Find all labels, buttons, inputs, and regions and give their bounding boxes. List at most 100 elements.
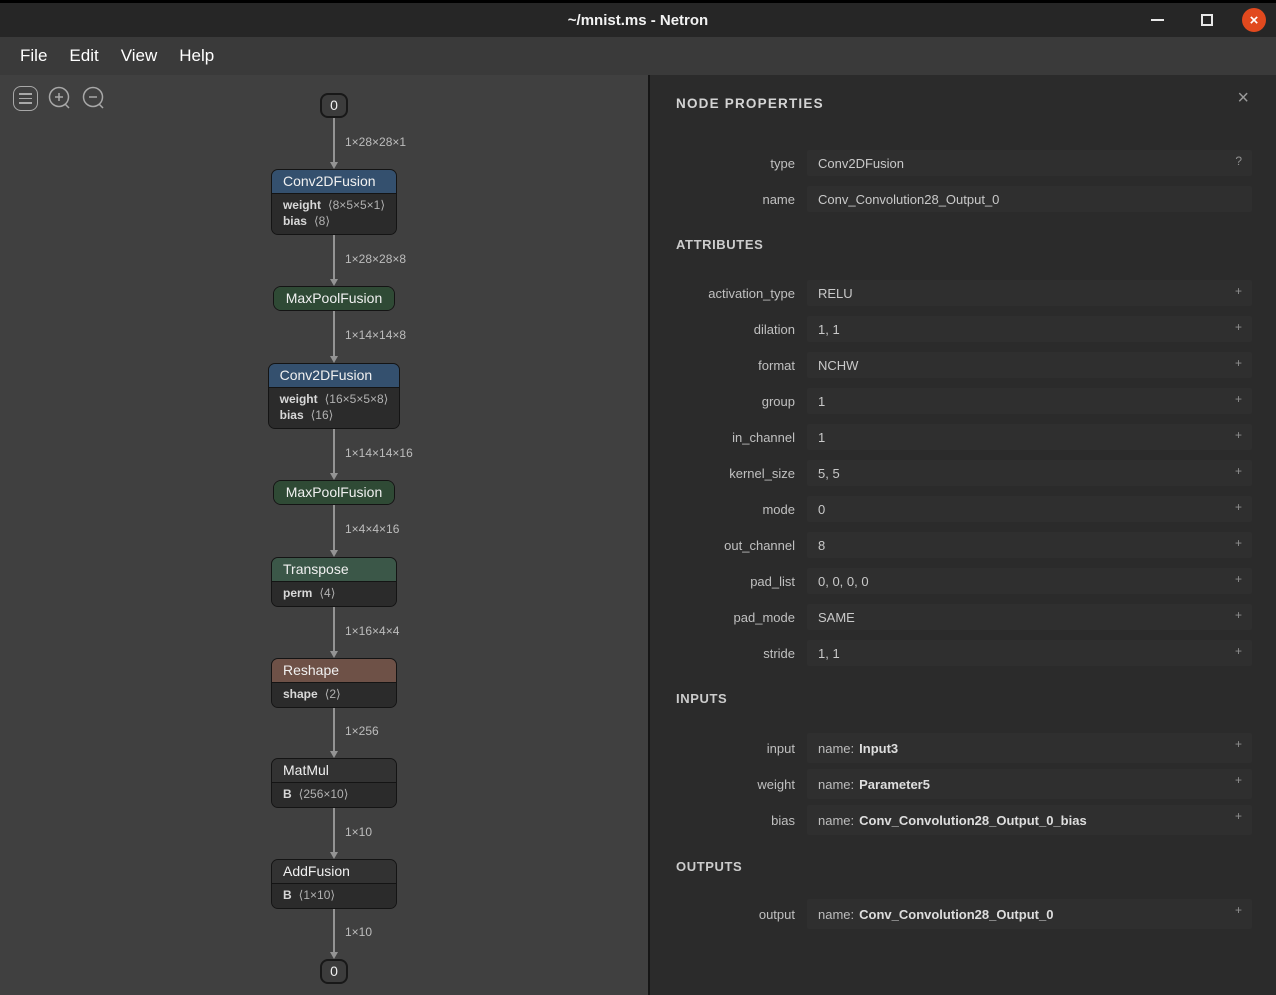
attr-value-box[interactable]: 1, 1 + <box>807 640 1252 666</box>
property-value: Conv_Convolution28_Output_0 <box>818 192 999 207</box>
node-maxpoolfusion-2[interactable]: MaxPoolFusion <box>273 480 396 505</box>
input-row-input: input name: Input3 + <box>650 733 1276 763</box>
node-transpose[interactable]: Transpose perm⟨4⟩ <box>271 557 397 607</box>
expand-icon[interactable]: + <box>1235 572 1242 586</box>
close-panel-button[interactable]: × <box>1237 88 1249 108</box>
expand-icon[interactable]: + <box>1235 903 1242 917</box>
graph-input-node[interactable]: 0 <box>320 93 348 118</box>
menu-file[interactable]: File <box>9 37 58 75</box>
node-matmul[interactable]: MatMul B⟨256×10⟩ <box>271 758 397 808</box>
attr-value-box[interactable]: 1 + <box>807 424 1252 450</box>
property-label: name <box>650 192 807 207</box>
inputs-heading: INPUTS <box>676 691 727 706</box>
name-value-box[interactable]: Conv_Convolution28_Output_0 <box>807 186 1252 212</box>
expand-icon[interactable]: + <box>1235 773 1242 787</box>
attr-value-box[interactable]: 1 + <box>807 388 1252 414</box>
node-maxpoolfusion-1[interactable]: MaxPoolFusion <box>273 286 396 311</box>
attr-value-box[interactable]: SAME + <box>807 604 1252 630</box>
outputs-heading: OUTPUTS <box>676 859 742 874</box>
attr-value-box[interactable]: 1, 1 + <box>807 316 1252 342</box>
expand-icon[interactable]: + <box>1235 284 1242 298</box>
attr-value-box[interactable]: 8 + <box>807 532 1252 558</box>
attr-label: mode <box>650 502 807 517</box>
graph-edge: 1×16×4×4 <box>0 607 668 658</box>
attr-row-mode: mode 0 + <box>650 496 1276 522</box>
expand-icon[interactable]: + <box>1235 320 1242 334</box>
node-attributes: perm⟨4⟩ <box>272 581 396 606</box>
output-value-box[interactable]: name: Conv_Convolution28_Output_0 + <box>807 899 1252 929</box>
expand-icon[interactable]: + <box>1235 644 1242 658</box>
attr-row-kernel-size: kernel_size 5, 5 + <box>650 460 1276 486</box>
attr-value-box[interactable]: RELU + <box>807 280 1252 306</box>
expand-icon[interactable]: + <box>1235 356 1242 370</box>
type-value-box[interactable]: Conv2DFusion ? <box>807 150 1252 176</box>
node-conv2dfusion-1[interactable]: Conv2DFusion weight⟨8×5×5×1⟩ bias⟨8⟩ <box>271 169 397 235</box>
menu-help[interactable]: Help <box>168 37 225 75</box>
expand-icon[interactable]: + <box>1235 737 1242 751</box>
attr-label: out_channel <box>650 538 807 553</box>
arrow-icon <box>330 952 338 959</box>
attr-row-in-channel: in_channel 1 + <box>650 424 1276 450</box>
property-row-type: type Conv2DFusion ? <box>650 150 1276 176</box>
input-value-box[interactable]: name: Conv_Convolution28_Output_0_bias + <box>807 805 1252 835</box>
graph-edge: 1×4×4×16 <box>0 505 668 557</box>
node-reshape[interactable]: Reshape shape⟨2⟩ <box>271 658 397 708</box>
attr-row-group: group 1 + <box>650 388 1276 414</box>
expand-icon[interactable]: + <box>1235 464 1242 478</box>
expand-icon[interactable]: + <box>1235 392 1242 406</box>
zoom-in-icon <box>46 85 73 112</box>
attr-value: 5, 5 <box>818 466 840 481</box>
attr-value-box[interactable]: 0, 0, 0, 0 + <box>807 568 1252 594</box>
node-addfusion[interactable]: AddFusion B⟨1×10⟩ <box>271 859 397 909</box>
node-title: Conv2DFusion <box>269 364 400 387</box>
arrow-icon <box>330 279 338 286</box>
graph-edge: 1×14×14×8 <box>0 311 668 363</box>
model-menu-button[interactable] <box>12 85 39 112</box>
input-value-box[interactable]: name: Parameter5 + <box>807 769 1252 799</box>
maximize-button[interactable] <box>1193 7 1220 34</box>
node-properties-panel: NODE PROPERTIES × type Conv2DFusion ? na… <box>650 75 1276 995</box>
arrow-icon <box>330 162 338 169</box>
minimize-icon <box>1151 19 1164 21</box>
graph-output-node[interactable]: 0 <box>320 959 348 984</box>
graph-canvas[interactable]: 0 1×28×28×1 Conv2DFusion weight⟨8×5×5×1⟩… <box>0 75 650 995</box>
input-value-box[interactable]: name: Input3 + <box>807 733 1252 763</box>
zoom-in-button[interactable] <box>46 85 73 112</box>
minimize-button[interactable] <box>1144 7 1171 34</box>
input-tensor-name: Parameter5 <box>859 777 930 792</box>
attr-value: 1, 1 <box>818 322 840 337</box>
expand-icon[interactable]: + <box>1235 536 1242 550</box>
attr-value-box[interactable]: NCHW + <box>807 352 1252 378</box>
attr-value: NCHW <box>818 358 858 373</box>
attr-value-box[interactable]: 5, 5 + <box>807 460 1252 486</box>
node-title: AddFusion <box>272 860 396 883</box>
edge-shape-label: 1×14×14×16 <box>345 445 413 459</box>
close-window-button[interactable]: × <box>1242 8 1266 32</box>
help-icon[interactable]: ? <box>1235 154 1242 168</box>
attr-row-stride: stride 1, 1 + <box>650 640 1276 666</box>
expand-icon[interactable]: + <box>1235 608 1242 622</box>
hamburger-icon <box>13 86 38 111</box>
menu-edit[interactable]: Edit <box>58 37 109 75</box>
input-label: bias <box>650 813 807 828</box>
title-bar: ~/mnist.ms - Netron × <box>0 0 1276 37</box>
attr-name: weight <box>283 198 321 212</box>
output-row-output: output name: Conv_Convolution28_Output_0… <box>650 899 1276 929</box>
node-title: Reshape <box>272 659 396 682</box>
edge-shape-label: 1×28×28×8 <box>345 251 406 265</box>
expand-icon[interactable]: + <box>1235 809 1242 823</box>
menu-view[interactable]: View <box>110 37 169 75</box>
attr-label: pad_mode <box>650 610 807 625</box>
attr-value-box[interactable]: 0 + <box>807 496 1252 522</box>
expand-icon[interactable]: + <box>1235 500 1242 514</box>
edge-shape-label: 1×4×4×16 <box>345 522 399 536</box>
expand-icon[interactable]: + <box>1235 428 1242 442</box>
attr-name: weight <box>280 392 318 406</box>
edge-shape-label: 1×10 <box>345 925 372 939</box>
name-prefix: name: <box>818 813 854 828</box>
node-conv2dfusion-2[interactable]: Conv2DFusion weight⟨16×5×5×8⟩ bias⟨16⟩ <box>268 363 401 429</box>
graph-edge: 1×256 <box>0 708 668 758</box>
zoom-out-button[interactable] <box>80 85 107 112</box>
node-title: MatMul <box>272 759 396 782</box>
input-label: input <box>650 741 807 756</box>
